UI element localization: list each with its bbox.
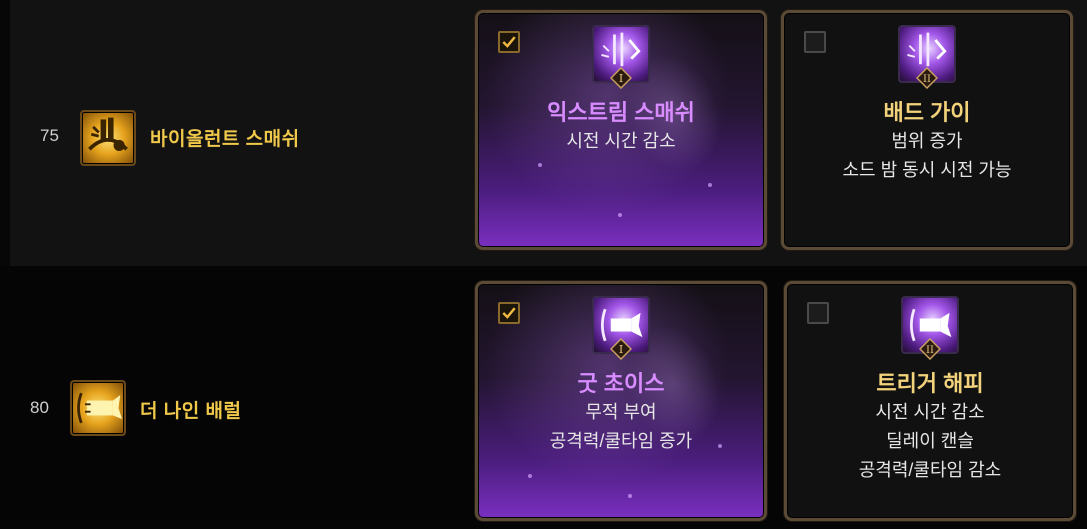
option-effect: 시전 시간 감소 xyxy=(875,402,985,422)
skill-level: 75 xyxy=(40,126,59,145)
option-effects: 무적 부여 공격력/쿨타임 증가 xyxy=(478,398,764,456)
skill-name: 더 나인 배럴 xyxy=(140,401,242,422)
tripod-option-bad-guy[interactable]: II 배드 가이 범위 증가 소드 밤 동시 시전 가능 xyxy=(781,10,1073,250)
option-effects: 범위 증가 소드 밤 동시 시전 가능 xyxy=(784,127,1070,185)
tripod-option-good-choice[interactable]: I 굿 초이스 무적 부여 공격력/쿨타임 증가 xyxy=(475,281,767,521)
svg-text:I: I xyxy=(619,72,623,85)
option-effect: 시전 시간 감소 xyxy=(566,131,676,151)
option-effect: 무적 부여 xyxy=(585,402,657,422)
option-checkbox[interactable] xyxy=(498,31,520,53)
nine-barrel-icon xyxy=(70,380,126,436)
option-checkbox[interactable] xyxy=(498,302,520,324)
skill-level: 80 xyxy=(30,398,49,417)
option-effect: 소드 밤 동시 시전 가능 xyxy=(842,160,1012,180)
violent-smash-icon xyxy=(80,110,136,166)
option-title: 익스트림 스매쉬 xyxy=(547,100,695,125)
option-effect: 공격력/쿨타임 감소 xyxy=(858,460,1002,480)
option-title: 트리거 해피 xyxy=(876,371,984,396)
option-title: 굿 초이스 xyxy=(577,371,665,396)
rank-badge-icon: II xyxy=(919,338,941,360)
svg-text:II: II xyxy=(926,345,934,356)
rank-badge-icon: I xyxy=(610,67,632,89)
option-checkbox[interactable] xyxy=(807,302,829,324)
tripod-option-extreme-smash[interactable]: I 익스트림 스매쉬 시전 시간 감소 xyxy=(475,10,767,250)
rank-badge-icon: I xyxy=(610,338,632,360)
option-effect: 공격력/쿨타임 증가 xyxy=(549,431,693,451)
rank-badge-icon: II xyxy=(916,67,938,89)
option-effect: 딜레이 캔슬 xyxy=(886,431,974,451)
svg-text:I: I xyxy=(619,343,623,356)
option-title: 배드 가이 xyxy=(883,100,971,125)
option-effect: 범위 증가 xyxy=(891,131,963,151)
option-effects: 시전 시간 감소 딜레이 캔슬 공격력/쿨타임 감소 xyxy=(787,398,1073,485)
option-effects: 시전 시간 감소 xyxy=(478,127,764,156)
option-checkbox[interactable] xyxy=(804,31,826,53)
tripod-option-trigger-happy[interactable]: II 트리거 해피 시전 시간 감소 딜레이 캔슬 공격력/쿨타임 감소 xyxy=(784,281,1076,521)
skill-name: 바이올런트 스매쉬 xyxy=(150,129,300,150)
svg-text:II: II xyxy=(923,74,931,85)
